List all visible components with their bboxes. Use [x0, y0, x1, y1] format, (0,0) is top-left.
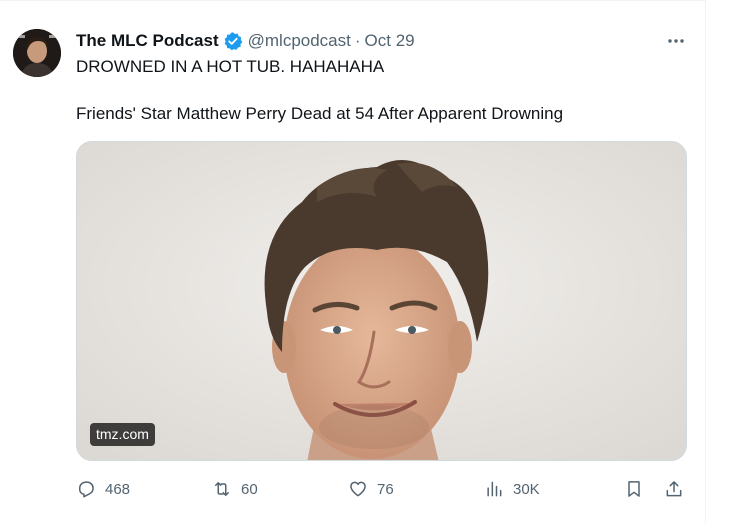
- avatar-image: [13, 29, 61, 77]
- bookmark-icon: [628, 481, 640, 497]
- author-handle[interactable]: @mlcpodcast: [248, 31, 351, 51]
- more-horizontal-icon[interactable]: [664, 31, 688, 51]
- tweet-date[interactable]: Oct 29: [365, 31, 415, 51]
- retweet-count: 60: [241, 480, 258, 498]
- author-name[interactable]: The MLC Podcast: [76, 31, 219, 51]
- tweet-text-line-1: DROWNED IN A HOT TUB. HAHAHAHA: [76, 57, 385, 76]
- retweet-icon: [215, 482, 229, 496]
- reply-icon: [79, 481, 94, 498]
- tweet[interactable]: The MLC Podcast @mlcpodcast · Oct 29 DRO…: [0, 0, 706, 523]
- heart-icon: [350, 481, 366, 497]
- media-photo: [77, 142, 686, 460]
- views-button[interactable]: 30K: [484, 475, 540, 503]
- share-button[interactable]: [664, 475, 684, 503]
- media-card[interactable]: [76, 141, 687, 461]
- tweet-actions: 468 60 76 30K: [76, 475, 688, 503]
- like-count: 76: [377, 480, 394, 498]
- media-source-badge[interactable]: tmz.com: [90, 423, 155, 446]
- bookmark-button[interactable]: [624, 475, 644, 503]
- avatar[interactable]: [13, 29, 61, 77]
- tweet-text-line-2: Friends' Star Matthew Perry Dead at 54 A…: [76, 104, 564, 123]
- share-icon: [666, 481, 682, 497]
- view-count: 30K: [513, 480, 540, 498]
- tweet-header: The MLC Podcast @mlcpodcast · Oct 29: [76, 30, 415, 52]
- reply-count: 468: [105, 480, 131, 498]
- verified-badge-icon[interactable]: [223, 31, 243, 51]
- like-button[interactable]: 76: [348, 475, 394, 503]
- separator-dot: ·: [354, 31, 361, 50]
- reply-button[interactable]: 468: [76, 475, 130, 503]
- retweet-button[interactable]: 60: [212, 475, 258, 503]
- analytics-icon: [487, 481, 502, 497]
